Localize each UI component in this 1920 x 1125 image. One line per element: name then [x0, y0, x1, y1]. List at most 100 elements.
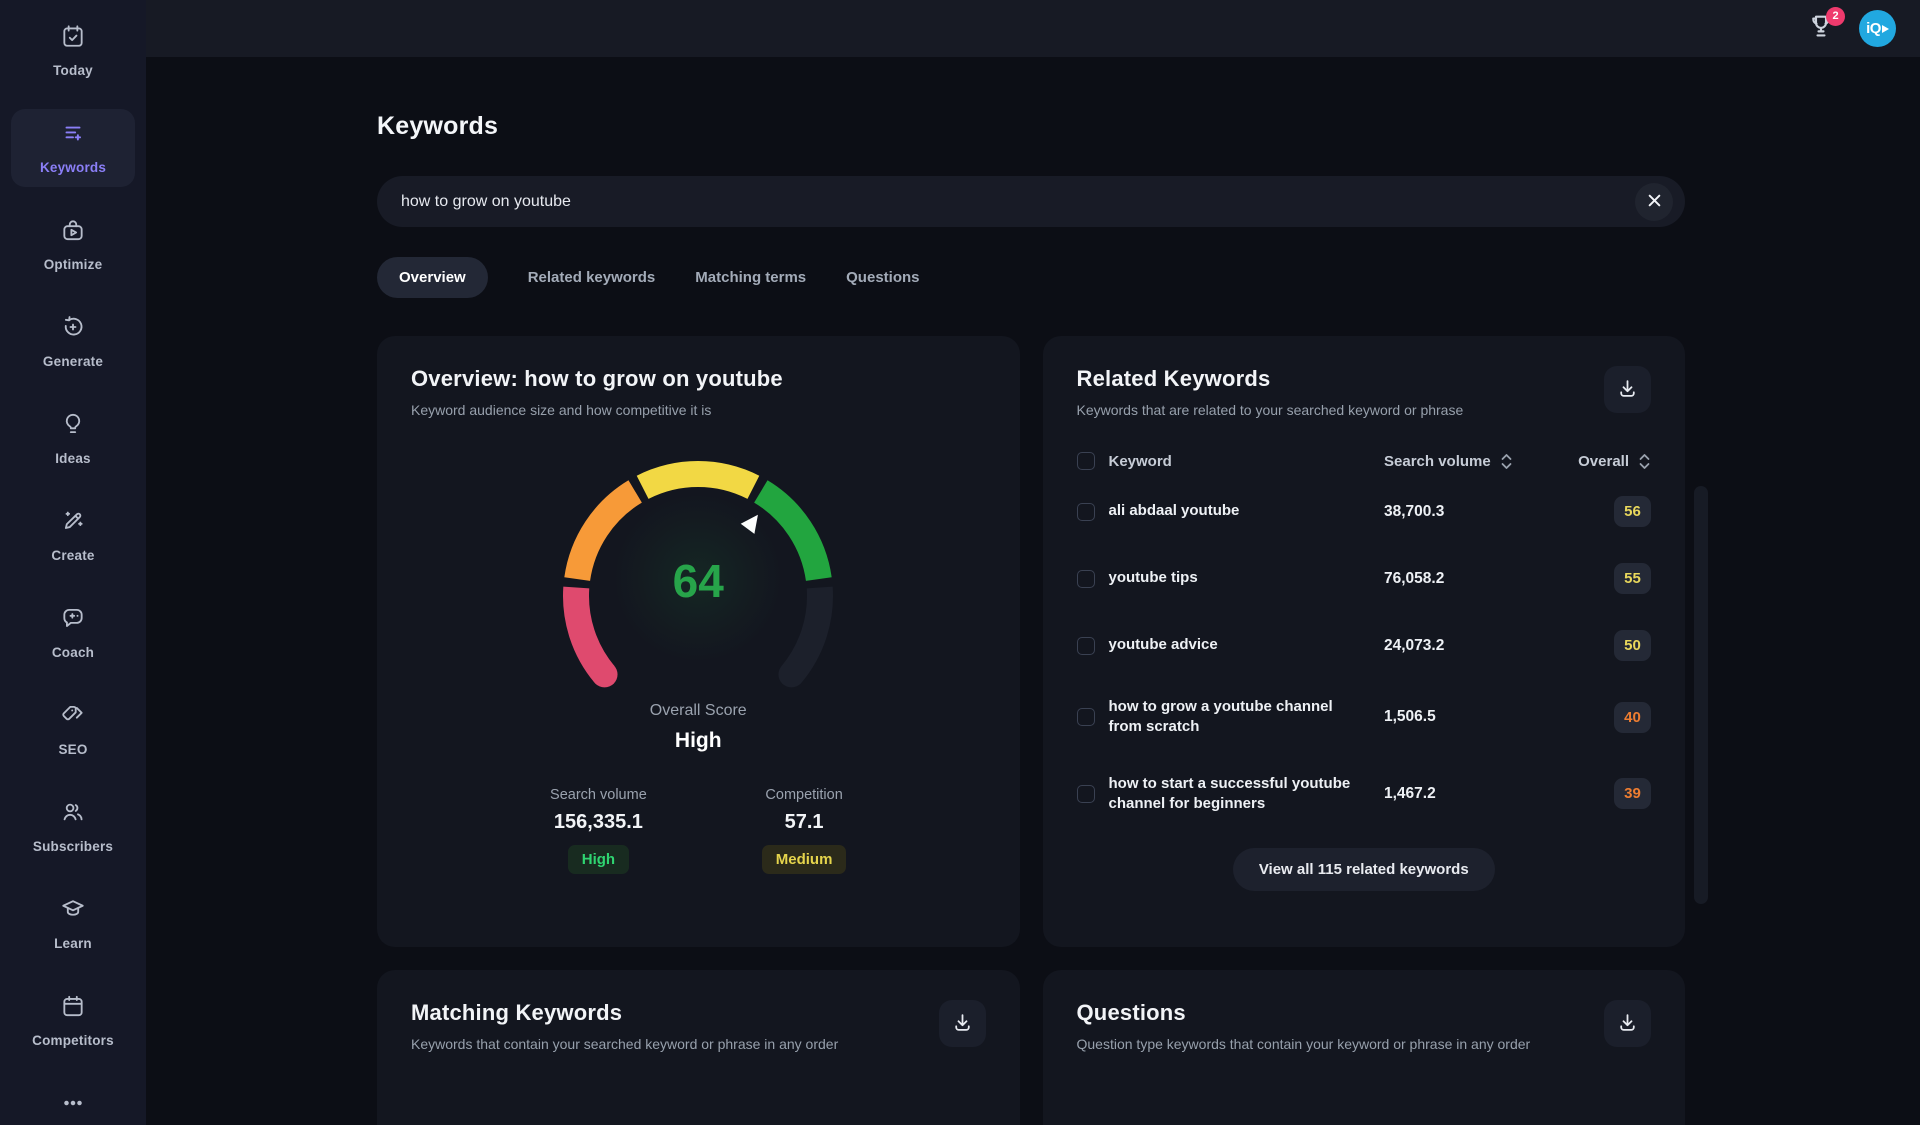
matching-card-title: Matching Keywords — [411, 1000, 838, 1026]
sidebar-item-today[interactable]: Today — [11, 12, 135, 90]
calendar-check-icon — [60, 23, 86, 54]
sort-overall-button[interactable] — [1638, 453, 1651, 470]
keyword-cell: youtube tips — [1109, 568, 1385, 588]
table-row[interactable]: youtube advice 24,073.2 50 — [1077, 614, 1652, 677]
questions-card-subtitle: Question type keywords that contain your… — [1077, 1036, 1531, 1052]
clear-search-button[interactable] — [1635, 183, 1673, 221]
brand-logo-text: iQ — [1866, 20, 1881, 37]
people-icon — [60, 799, 86, 830]
account-avatar[interactable]: iQ — [1859, 10, 1896, 47]
row-checkbox[interactable] — [1077, 570, 1095, 588]
notification-badge: 2 — [1826, 7, 1845, 26]
tab-overview[interactable]: Overview — [377, 257, 488, 298]
chat-plus-icon — [60, 605, 86, 636]
row-checkbox[interactable] — [1077, 503, 1095, 521]
refresh-plus-icon — [60, 314, 86, 345]
sidebar-item-coach[interactable]: Coach — [11, 594, 135, 672]
select-all-checkbox[interactable] — [1077, 452, 1095, 470]
keyword-search-bar — [377, 176, 1685, 227]
download-button[interactable] — [1604, 1000, 1651, 1047]
table-row[interactable]: ali abdaal youtube 38,700.3 56 — [1077, 480, 1652, 543]
sidebar-item-competitors[interactable]: Competitors — [11, 982, 135, 1060]
overall-score-label: Overall Score — [650, 702, 747, 720]
keyword-cell: youtube advice — [1109, 635, 1385, 655]
download-icon — [1617, 1012, 1638, 1036]
close-icon — [1647, 193, 1662, 211]
status-badge: High — [568, 845, 629, 874]
download-button[interactable] — [1604, 366, 1651, 413]
sidebar-item-generate[interactable]: Generate — [11, 303, 135, 381]
overview-card: Overview: how to grow on youtube Keyword… — [377, 336, 1020, 947]
tab-matching-terms[interactable]: Matching terms — [695, 269, 806, 286]
related-table-scrollbar[interactable] — [1694, 486, 1708, 904]
questions-card-title: Questions — [1077, 1000, 1531, 1026]
tab-related-keywords[interactable]: Related keywords — [528, 269, 656, 286]
search-input[interactable] — [401, 193, 1635, 211]
row-checkbox[interactable] — [1077, 708, 1095, 726]
row-checkbox[interactable] — [1077, 785, 1095, 803]
stat-value: 57.1 — [785, 811, 824, 834]
sidebar-item-label: Create — [51, 548, 94, 563]
overall-score-badge: 40 — [1614, 702, 1651, 733]
sidebar-item-more[interactable]: More — [11, 1079, 135, 1125]
sidebar-item-create[interactable]: Create — [11, 497, 135, 575]
achievements-button[interactable]: 2 — [1803, 11, 1839, 47]
sidebar-item-ideas[interactable]: Ideas — [11, 400, 135, 478]
table-row[interactable]: how to grow a youtube channel from scrat… — [1077, 681, 1652, 754]
view-all-related-button[interactable]: View all 115 related keywords — [1233, 848, 1495, 891]
table-row[interactable]: youtube tips 76,058.2 55 — [1077, 547, 1652, 610]
sidebar-item-label: Learn — [54, 936, 92, 951]
overall-score-badge: 39 — [1614, 778, 1651, 809]
related-card-title: Related Keywords — [1077, 366, 1464, 392]
search-volume-cell: 76,058.2 — [1384, 570, 1559, 588]
matching-card-subtitle: Keywords that contain your searched keyw… — [411, 1036, 838, 1052]
column-header-search-volume: Search volume — [1384, 453, 1491, 470]
sidebar-item-keywords[interactable]: Keywords — [11, 109, 135, 187]
sidebar-item-label: Coach — [52, 645, 94, 660]
download-button[interactable] — [939, 1000, 986, 1047]
related-card-subtitle: Keywords that are related to your search… — [1077, 402, 1464, 418]
sort-search-volume-button[interactable] — [1500, 453, 1513, 470]
video-box-icon — [60, 217, 86, 248]
sidebar-item-label: SEO — [58, 742, 87, 757]
overall-score-badge: 55 — [1614, 563, 1651, 594]
download-icon — [952, 1012, 973, 1036]
related-keywords-card: Related Keywords Keywords that are relat… — [1043, 336, 1686, 947]
sidebar-item-label: Generate — [43, 354, 103, 369]
overall-score-badge: 56 — [1614, 496, 1651, 527]
competition-stat: Competition 57.1 Medium — [762, 787, 847, 874]
questions-card: Questions Question type keywords that co… — [1043, 970, 1686, 1125]
sidebar: Today Keywords Optimize Generate Ideas C… — [0, 0, 146, 1125]
cards-grid: Overview: how to grow on youtube Keyword… — [377, 336, 1685, 1125]
lightbulb-icon — [60, 411, 86, 442]
tab-questions[interactable]: Questions — [846, 269, 919, 286]
pen-sparkle-icon — [60, 508, 86, 539]
main-content: Keywords Overview Related keywords Match… — [146, 57, 1920, 1125]
board-icon — [60, 993, 86, 1024]
stat-value: 156,335.1 — [554, 811, 643, 834]
overall-score-gauge: 64 Overall Score High — [411, 446, 986, 753]
download-icon — [1617, 378, 1638, 402]
sidebar-item-subscribers[interactable]: Subscribers — [11, 788, 135, 866]
search-volume-cell: 24,073.2 — [1384, 637, 1559, 655]
page-title: Keywords — [377, 112, 1685, 141]
graduation-cap-icon — [60, 896, 86, 927]
tags-icon — [60, 702, 86, 733]
sidebar-item-label: Subscribers — [33, 839, 113, 854]
sidebar-item-seo[interactable]: SEO — [11, 691, 135, 769]
overview-stats: Search volume 156,335.1 High Competition… — [411, 787, 986, 874]
keyword-list-icon — [60, 120, 86, 151]
column-header-overall: Overall — [1578, 453, 1629, 470]
table-row[interactable]: how to start a successful youtube channe… — [1077, 758, 1652, 831]
keyword-cell: ali abdaal youtube — [1109, 501, 1385, 521]
sidebar-item-label: Optimize — [44, 257, 103, 272]
matching-keywords-card: Matching Keywords Keywords that contain … — [377, 970, 1020, 1125]
sidebar-item-optimize[interactable]: Optimize — [11, 206, 135, 284]
gauge-value: 64 — [533, 554, 863, 608]
sidebar-item-label: Today — [53, 63, 93, 78]
row-checkbox[interactable] — [1077, 637, 1095, 655]
topbar: 2 iQ — [146, 0, 1920, 57]
sidebar-item-label: Ideas — [55, 451, 91, 466]
sidebar-item-learn[interactable]: Learn — [11, 885, 135, 963]
keyword-cell: how to grow a youtube channel from scrat… — [1109, 697, 1385, 738]
